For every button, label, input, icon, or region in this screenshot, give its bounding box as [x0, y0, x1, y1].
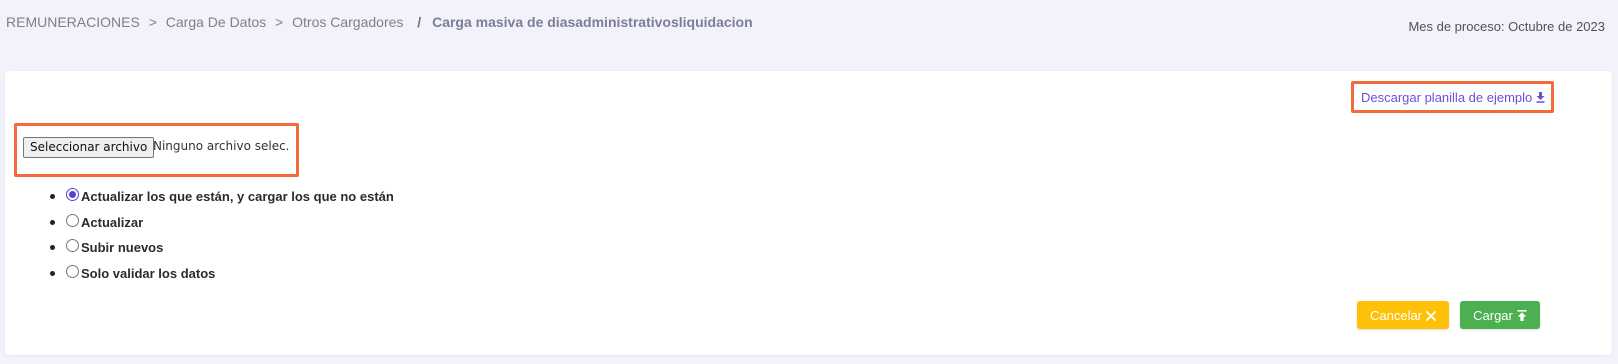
- close-icon: [1426, 303, 1436, 331]
- process-month-label: Mes de proceso: Octubre de 2023: [1408, 19, 1605, 34]
- download-icon: [1536, 91, 1545, 106]
- file-status-text: Ninguno archivo selec.: [153, 139, 290, 153]
- breadcrumb-separator: >: [275, 14, 284, 30]
- breadcrumb-item-otros-cargadores[interactable]: Otros Cargadores: [292, 14, 403, 30]
- list-bullet: [50, 245, 55, 251]
- select-file-button[interactable]: Seleccionar archivo: [23, 137, 155, 158]
- breadcrumb-item-remuneraciones[interactable]: REMUNERACIONES: [6, 14, 140, 30]
- breadcrumb-separator: >: [148, 14, 157, 30]
- radio-validate-only[interactable]: [66, 265, 79, 279]
- header-bar: REMUNERACIONES > Carga De Datos > Otros …: [0, 0, 1618, 60]
- list-bullet: [50, 271, 55, 277]
- breadcrumb: REMUNERACIONES > Carga De Datos > Otros …: [6, 14, 753, 30]
- cancel-button[interactable]: Cancelar: [1357, 301, 1449, 329]
- breadcrumb-item-carga-de-datos[interactable]: Carga De Datos: [166, 14, 266, 30]
- option-label[interactable]: Actualizar los que están, y cargar los q…: [81, 189, 394, 204]
- download-template-link[interactable]: Descargar planilla de ejemplo: [1361, 90, 1545, 106]
- download-template-label: Descargar planilla de ejemplo: [1361, 90, 1533, 105]
- cancel-button-label: Cancelar: [1369, 308, 1423, 323]
- radio-update[interactable]: [66, 213, 79, 227]
- page-title: Carga masiva de diasadministrativosliqui…: [432, 14, 753, 30]
- upload-icon: [1517, 303, 1527, 331]
- list-bullet: [50, 194, 55, 199]
- upload-button-label: Cargar: [1473, 308, 1513, 323]
- upload-button[interactable]: Cargar: [1460, 301, 1540, 329]
- upload-card: Descargar planilla de ejemplo Selecciona…: [5, 71, 1612, 355]
- radio-update-and-load[interactable]: [66, 188, 79, 201]
- option-label[interactable]: Solo validar los datos: [81, 266, 215, 281]
- breadcrumb-current-separator: /: [417, 14, 422, 30]
- download-highlight-box: Descargar planilla de ejemplo: [1351, 81, 1554, 113]
- option-label[interactable]: Subir nuevos: [81, 240, 163, 255]
- file-input-highlight-box: Seleccionar archivo Ninguno archivo sele…: [14, 123, 299, 177]
- option-label[interactable]: Actualizar: [81, 215, 143, 230]
- radio-upload-new[interactable]: [66, 239, 79, 253]
- list-bullet: [50, 219, 55, 225]
